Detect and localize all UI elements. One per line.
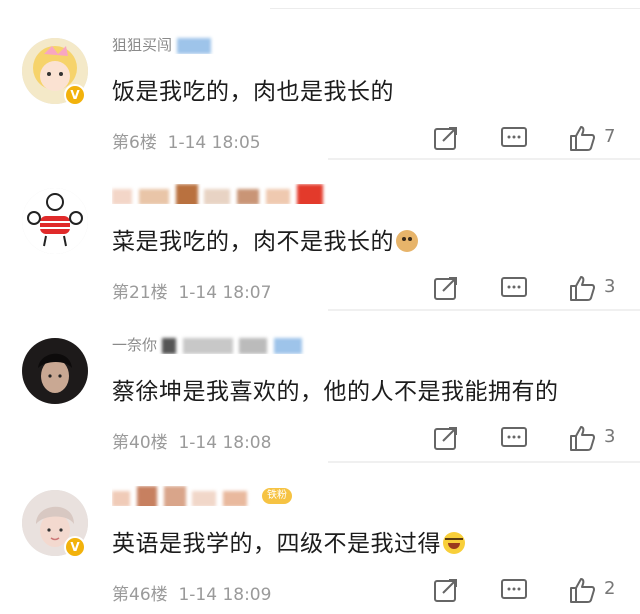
blurred-block: [175, 184, 198, 204]
action-bar: 3: [432, 424, 632, 454]
share-icon[interactable]: [432, 124, 460, 154]
blurred-block: [274, 337, 303, 354]
thumbs-up-icon[interactable]: [568, 576, 596, 606]
timestamp: 1-14 18:05: [167, 133, 261, 153]
blurred-block: [112, 189, 132, 204]
floor-label: 第6楼: [112, 133, 157, 153]
floor-label: 第21楼: [112, 283, 168, 303]
divider-line: [328, 158, 640, 160]
blurred-block: [296, 184, 323, 204]
verified-badge-icon: V: [64, 536, 86, 558]
comment-icon[interactable]: [500, 424, 528, 454]
blurred-block: [138, 189, 169, 204]
share-icon[interactable]: [432, 576, 460, 606]
blurred-block: [204, 189, 231, 204]
doge-emoji-icon: [396, 230, 418, 252]
thumbs-up-icon[interactable]: [568, 274, 596, 304]
divider-line: [328, 461, 640, 463]
divider-line: [328, 309, 640, 311]
comment-meta: 第21楼 1-14 18:07: [112, 278, 271, 303]
blurred-block: [112, 491, 130, 506]
comment-text: 菜是我吃的，肉不是我长的: [112, 222, 418, 256]
like-count: 7: [604, 126, 616, 147]
username[interactable]: 铁粉: [112, 486, 342, 506]
avatar-image: [22, 188, 88, 254]
comment-text: 饭是我吃的，肉也是我长的: [112, 72, 394, 106]
blurred-block: [265, 189, 290, 204]
blurred-block: [161, 337, 176, 354]
comment-item: 一奈你 蔡徐坤是我喜欢的，他的人不是我能拥有的 第40楼 1-14 18:08 …: [0, 310, 640, 462]
verified-badge-icon: V: [64, 84, 86, 106]
timestamp: 1-14 18:09: [178, 585, 272, 605]
share-icon[interactable]: [432, 274, 460, 304]
username-visible: 一奈你: [112, 336, 158, 354]
comment-meta: 第6楼 1-14 18:05: [112, 128, 261, 153]
comment-text-content: 菜是我吃的，肉不是我长的: [112, 229, 394, 255]
like-count: 3: [604, 426, 616, 447]
floor-label: 第46楼: [112, 585, 168, 605]
comment-icon[interactable]: [500, 124, 528, 154]
comment-meta: 第46楼 1-14 18:09: [112, 580, 271, 605]
avatar[interactable]: [22, 338, 88, 404]
blurred-block: [136, 486, 157, 506]
timestamp: 1-14 18:08: [178, 433, 272, 453]
divider-line: [270, 8, 640, 9]
like-count: 3: [604, 276, 616, 297]
blurred-block: [182, 337, 233, 354]
blurred-block: [176, 37, 211, 54]
comment-text-content: 饭是我吃的，肉也是我长的: [112, 79, 394, 105]
comment-item: V 铁粉 英语是我学的，四级不是我过得 第46楼 1-14 18:09 2: [0, 462, 640, 614]
action-bar: 3: [432, 274, 632, 304]
like-count: 2: [604, 578, 616, 599]
comment-text-content: 蔡徐坤是我喜欢的，他的人不是我能拥有的: [112, 379, 559, 405]
thumbs-up-icon[interactable]: [568, 424, 596, 454]
timestamp: 1-14 18:07: [178, 283, 272, 303]
blurred-block: [223, 491, 248, 506]
blurred-block: [237, 189, 260, 204]
action-bar: 2: [432, 576, 632, 606]
blurred-block: [192, 491, 217, 506]
comment-text: 蔡徐坤是我喜欢的，他的人不是我能拥有的: [112, 372, 559, 406]
comment-meta: 第40楼 1-14 18:08: [112, 428, 271, 453]
thumbs-up-icon[interactable]: [568, 124, 596, 154]
comment-icon[interactable]: [500, 274, 528, 304]
username-visible: 狙狙买闯: [112, 36, 173, 54]
share-icon[interactable]: [432, 424, 460, 454]
floor-label: 第40楼: [112, 433, 168, 453]
action-bar: 7: [432, 124, 632, 154]
username[interactable]: 狙狙买闯: [112, 34, 342, 54]
comment-item: 菜是我吃的，肉不是我长的 第21楼 1-14 18:07 3: [0, 160, 640, 312]
laugh-cry-emoji-icon: [443, 532, 465, 554]
comment-text: 英语是我学的，四级不是我过得: [112, 524, 465, 558]
comment-text-content: 英语是我学的，四级不是我过得: [112, 531, 441, 557]
comment-item: V 狙狙买闯 饭是我吃的，肉也是我长的 第6楼 1-14 18:05 7: [0, 10, 640, 162]
avatar-image: [22, 338, 88, 404]
username[interactable]: 一奈你: [112, 334, 342, 354]
blurred-block: [239, 337, 268, 354]
username[interactable]: [112, 184, 342, 204]
fan-badge: 铁粉: [262, 488, 292, 504]
avatar[interactable]: [22, 188, 88, 254]
comment-icon[interactable]: [500, 576, 528, 606]
top-strip: [0, 0, 640, 10]
blurred-block: [163, 486, 186, 506]
